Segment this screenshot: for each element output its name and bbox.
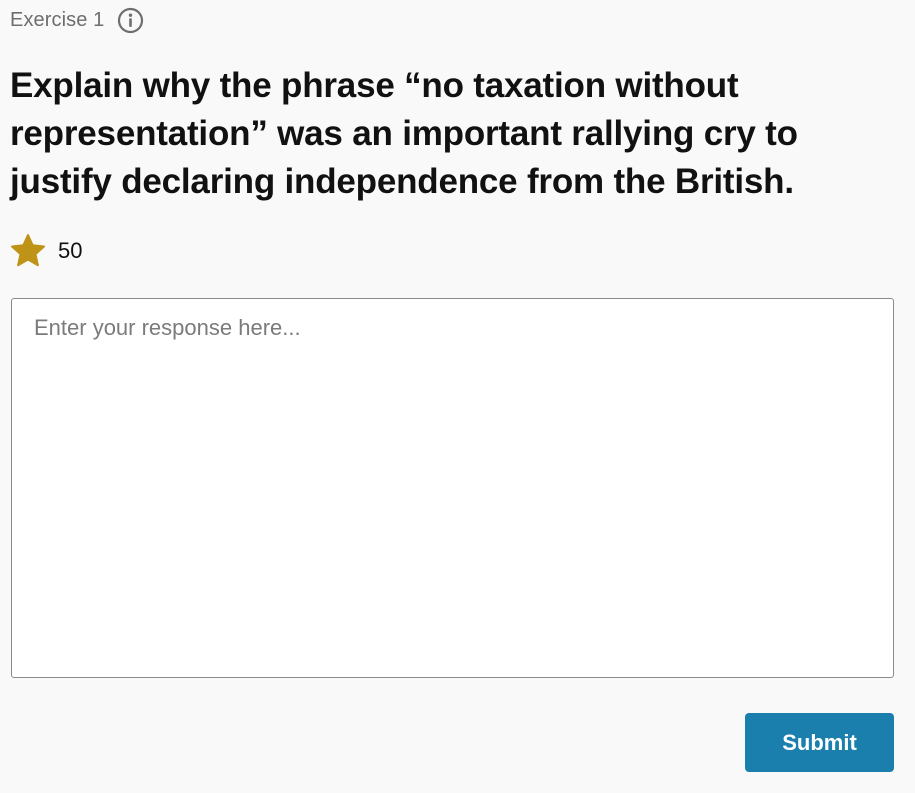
points-row: 50	[10, 232, 82, 270]
exercise-page: Exercise 1 Explain why the phrase “no ta…	[0, 0, 915, 793]
points-value: 50	[58, 238, 83, 263]
star-icon	[10, 233, 46, 269]
submit-button[interactable]: Submit	[745, 713, 894, 772]
exercise-label: Exercise 1	[10, 8, 105, 31]
exercise-header: Exercise 1	[10, 6, 144, 34]
response-input[interactable]	[11, 298, 894, 678]
question-text: Explain why the phrase “no taxation with…	[10, 66, 798, 201]
info-icon[interactable]	[117, 7, 144, 34]
